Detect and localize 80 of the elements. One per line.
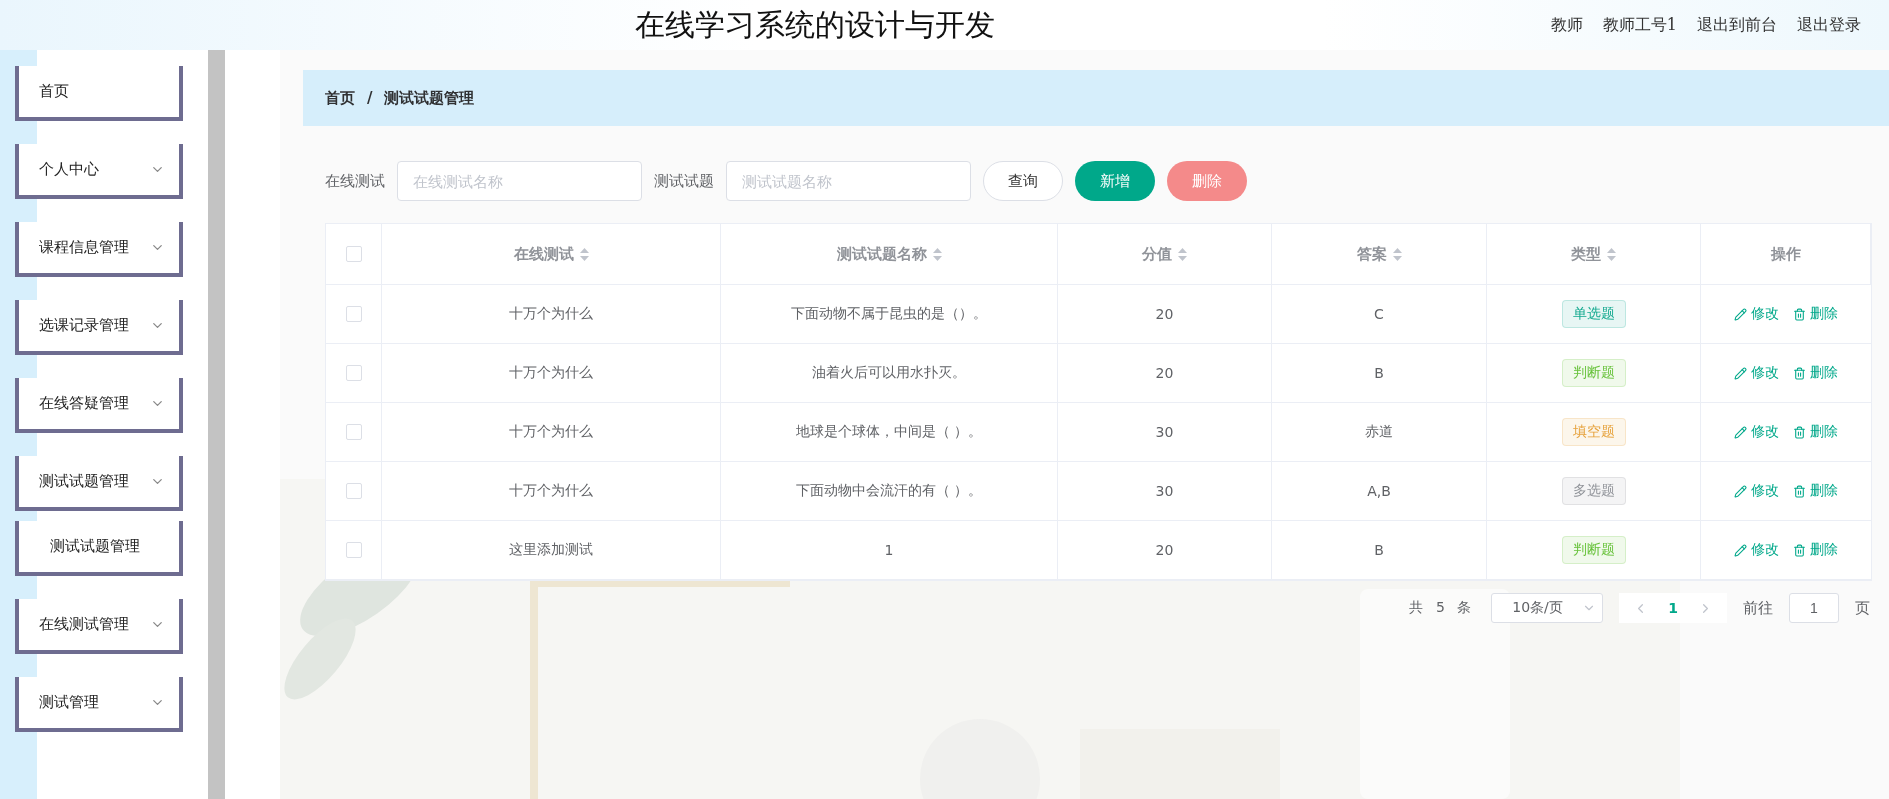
table-cell: 十万个为什么 xyxy=(509,423,593,441)
column-header: 分值 xyxy=(1142,244,1172,264)
sort-icon[interactable] xyxy=(579,247,589,261)
column-header: 操作 xyxy=(1770,244,1801,264)
sidebar-item[interactable]: 在线答疑管理 xyxy=(15,378,183,433)
sidebar-item[interactable]: 选课记录管理 xyxy=(15,300,183,355)
table-cell: B xyxy=(1374,542,1384,558)
trash-icon xyxy=(1793,543,1806,557)
table-cell: 下面动物中会流汗的有（ ）。 xyxy=(795,482,983,500)
type-tag: 多选题 xyxy=(1561,477,1626,505)
table-cell: 这里添加测试 xyxy=(509,541,593,559)
row-checkbox[interactable] xyxy=(345,424,362,440)
search-field[interactable]: 在线测试名称 xyxy=(397,161,642,201)
column-header: 测试试题名称 xyxy=(836,244,927,264)
type-tag: 单选题 xyxy=(1561,300,1626,328)
table-cell: 30 xyxy=(1155,483,1174,499)
page-suffix: 页 xyxy=(1855,598,1870,618)
type-tag: 判断题 xyxy=(1561,359,1626,387)
filter-label: 在线测试 xyxy=(325,171,385,191)
type-tag: 判断题 xyxy=(1561,536,1626,564)
table-cell: 地球是个球体，中间是（ ）。 xyxy=(795,423,983,441)
row-checkbox[interactable] xyxy=(345,542,362,558)
select-all-checkbox[interactable] xyxy=(345,246,362,262)
sort-icon[interactable] xyxy=(1178,247,1187,261)
sort-icon[interactable] xyxy=(932,247,942,261)
header-link[interactable]: 退出登录 xyxy=(1797,14,1861,36)
column-header: 答案 xyxy=(1356,244,1387,264)
sidebar-item[interactable]: 在线测试管理 xyxy=(15,599,183,654)
trash-icon xyxy=(1793,307,1806,321)
row-checkbox[interactable] xyxy=(345,306,362,322)
sort-icon[interactable] xyxy=(1607,247,1616,261)
search-button[interactable]: 查询 xyxy=(983,161,1063,201)
trash-icon xyxy=(1793,425,1806,439)
column-header: 在线测试 xyxy=(513,244,574,264)
sidebar-item[interactable]: 测试管理 xyxy=(15,677,183,732)
page-input[interactable]: 1 xyxy=(1789,593,1839,623)
sidebar-item[interactable]: 首页 xyxy=(15,66,183,121)
goto-label: 前往 xyxy=(1743,598,1773,618)
total-count: 共 5 条 xyxy=(1409,599,1476,617)
app-title: 在线学习系统的设计与开发 xyxy=(634,5,997,44)
pencil-icon xyxy=(1734,425,1747,439)
table-cell: C xyxy=(1374,306,1384,322)
sidebar-item[interactable]: 课程信息管理 xyxy=(15,222,183,277)
table-cell: B xyxy=(1374,365,1384,381)
row-checkbox[interactable] xyxy=(345,365,362,381)
table-cell: 油着火后可以用水扑灭。 xyxy=(812,364,966,382)
pencil-icon xyxy=(1734,307,1747,321)
table-cell: 20 xyxy=(1155,365,1174,381)
user-info: 教师工号1 xyxy=(1602,14,1677,36)
column-header: 类型 xyxy=(1571,244,1601,264)
header-link[interactable]: 退出到前台 xyxy=(1697,14,1777,36)
filter-label: 测试试题 xyxy=(654,171,714,191)
table-cell: 下面动物不属于昆虫的是（）。 xyxy=(791,305,987,323)
breadcrumb-separator: / xyxy=(367,89,373,107)
table-cell: 赤道 xyxy=(1365,423,1393,441)
scrollbar[interactable] xyxy=(208,50,225,799)
table-cell: 十万个为什么 xyxy=(509,364,593,382)
table-cell: 30 xyxy=(1155,424,1174,440)
table-cell: 20 xyxy=(1155,306,1174,322)
type-tag: 填空题 xyxy=(1561,418,1626,446)
table-cell: A,B xyxy=(1367,483,1391,499)
table-cell: 1 xyxy=(884,542,894,558)
table-cell: 十万个为什么 xyxy=(509,305,593,323)
search-field[interactable]: 测试试题名称 xyxy=(726,161,971,201)
sidebar-item[interactable]: 个人中心 xyxy=(15,144,183,199)
sort-icon[interactable] xyxy=(1392,247,1402,261)
trash-icon xyxy=(1793,366,1806,380)
trash-icon xyxy=(1793,484,1806,498)
breadcrumb-item[interactable]: 首页 xyxy=(325,88,355,108)
row-checkbox[interactable] xyxy=(345,483,362,499)
sidebar-item[interactable]: 测试试题管理 xyxy=(15,456,183,511)
user-info: 教师 xyxy=(1550,14,1583,36)
page-size-select[interactable]: 10条/页 xyxy=(1491,593,1604,623)
pencil-icon xyxy=(1734,366,1747,380)
breadcrumb-item: 测试试题管理 xyxy=(384,88,475,108)
sidebar-subitem[interactable]: 测试试题管理 xyxy=(15,521,183,576)
table-cell: 十万个为什么 xyxy=(509,482,593,500)
table-cell: 20 xyxy=(1155,542,1174,558)
pencil-icon xyxy=(1734,543,1747,557)
pencil-icon xyxy=(1734,484,1747,498)
